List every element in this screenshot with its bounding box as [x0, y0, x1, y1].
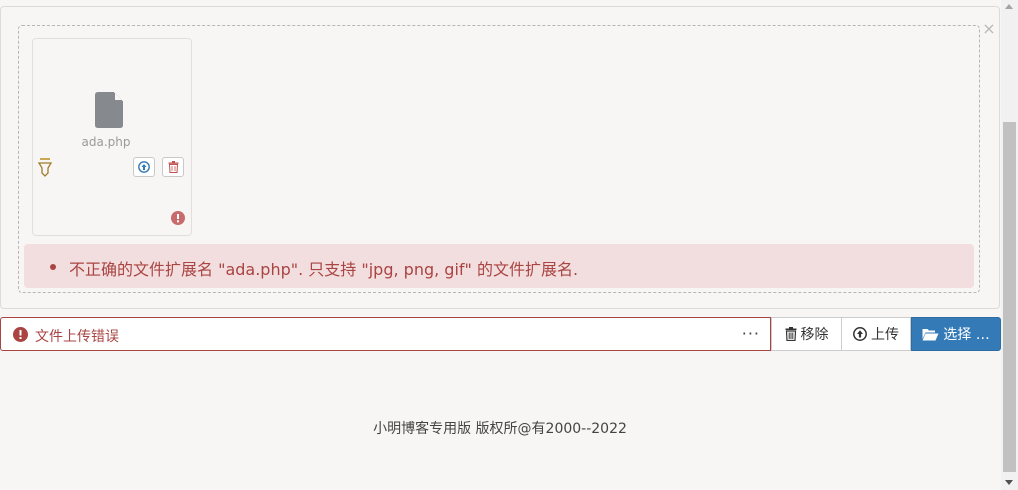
exclamation-circle-icon: [13, 327, 28, 342]
upload-button[interactable]: 上传: [841, 317, 911, 351]
upload-icon: [138, 161, 150, 173]
file-thumbnail: ada.php: [32, 38, 192, 236]
select-label: 选择 …: [943, 327, 990, 343]
more-icon: ···: [741, 324, 760, 343]
upload-file-button[interactable]: [133, 157, 155, 177]
file-name: ada.php: [81, 135, 131, 149]
remove-label: 移除: [800, 327, 829, 343]
remove-button[interactable]: 移除: [771, 317, 841, 351]
trash-icon: [785, 327, 796, 341]
trash-icon: [168, 161, 178, 173]
caption-text: 文件上传错误: [35, 329, 119, 345]
vertical-scrollbar[interactable]: [1001, 0, 1018, 490]
file-caption-field[interactable]: 文件上传错误 ···: [0, 317, 771, 351]
scroll-up-arrow-icon[interactable]: [1005, 4, 1013, 9]
drag-handle-icon[interactable]: [37, 157, 53, 177]
file-icon: [95, 92, 123, 128]
scroll-down-arrow-icon[interactable]: [1005, 480, 1013, 485]
delete-file-button[interactable]: [162, 157, 184, 177]
upload-label: 上传: [871, 327, 899, 343]
error-bullet: [50, 264, 56, 270]
error-message-box: 不正确的文件扩展名 "ada.php". 只支持 "jpg, png, gif"…: [24, 244, 974, 288]
select-file-button[interactable]: 选择 …: [911, 317, 1001, 351]
close-preview-button[interactable]: ×: [982, 21, 996, 37]
footer-copyright: 小明博客专用版 版权所@有2000--2022: [373, 421, 627, 437]
scrollbar-thumb[interactable]: [1003, 122, 1016, 472]
exclamation-circle-icon: [171, 211, 185, 225]
upload-icon: [853, 327, 867, 341]
folder-open-icon: [922, 328, 939, 340]
error-message-text: 不正确的文件扩展名 "ada.php". 只支持 "jpg, png, gif"…: [69, 260, 579, 279]
